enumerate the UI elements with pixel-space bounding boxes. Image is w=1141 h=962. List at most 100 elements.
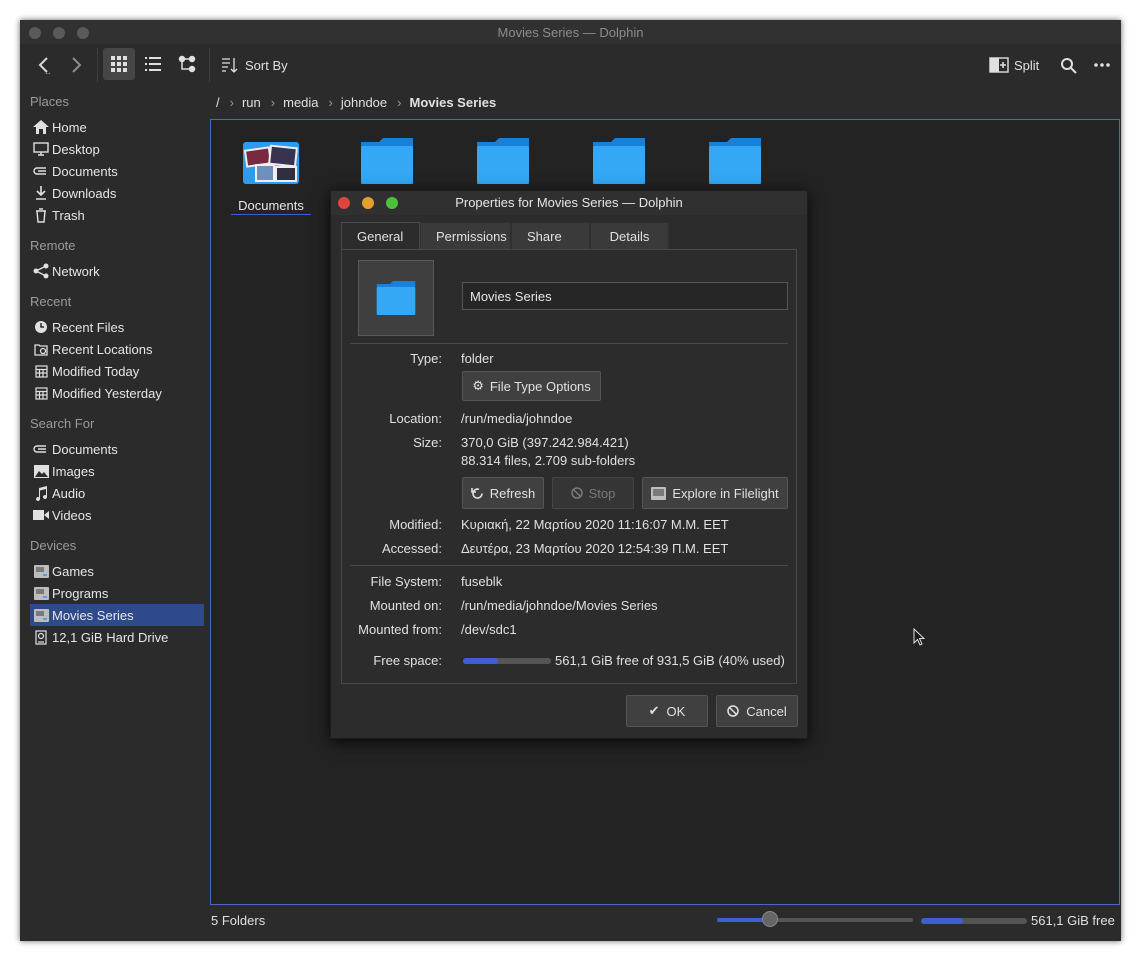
sidebar-item-games[interactable]: Games bbox=[30, 560, 204, 582]
places-panel: Places Home Desktop Documents Downloads … bbox=[20, 86, 210, 941]
sidebar-item-recent-files[interactable]: Recent Files bbox=[30, 316, 204, 338]
sidebar-item-label: Trash bbox=[52, 207, 85, 223]
zoom-slider-handle[interactable] bbox=[761, 911, 778, 927]
sort-by-label: Sort By bbox=[245, 57, 288, 73]
sidebar-item-downloads[interactable]: Downloads bbox=[30, 182, 204, 204]
file-type-options-label: File Type Options bbox=[489, 378, 591, 394]
filelight-icon bbox=[651, 486, 667, 500]
image-icon bbox=[33, 464, 49, 478]
folder-icon[interactable] bbox=[591, 138, 647, 187]
stop-icon bbox=[570, 487, 583, 499]
sidebar-item-search-documents[interactable]: Documents bbox=[30, 438, 204, 460]
accessed-label: Accessed: bbox=[382, 541, 442, 556]
tab-general[interactable]: General bbox=[341, 222, 420, 250]
file-system-label: File System: bbox=[370, 574, 442, 589]
chevron-left-icon bbox=[38, 57, 51, 74]
divider bbox=[350, 565, 788, 566]
tree-view-button[interactable] bbox=[171, 48, 203, 80]
folder-icon bbox=[361, 138, 413, 184]
breadcrumb-root[interactable]: / bbox=[216, 95, 220, 110]
clock-icon bbox=[35, 321, 47, 333]
sidebar-item-label: Network bbox=[52, 263, 100, 279]
tab-permissions[interactable]: Permissions bbox=[420, 222, 511, 250]
documents-folder-icon[interactable] bbox=[241, 138, 301, 189]
downloads-icon bbox=[36, 186, 46, 200]
ok-button[interactable]: ✔ OK bbox=[626, 695, 708, 727]
refresh-button[interactable]: Refresh bbox=[462, 477, 544, 509]
more-icon bbox=[1094, 63, 1110, 67]
sidebar-item-label: Modified Today bbox=[52, 363, 140, 379]
folder-icon-button[interactable] bbox=[358, 260, 434, 336]
cancel-icon bbox=[727, 705, 740, 717]
sidebar-item-label: Images bbox=[52, 463, 95, 479]
tab-share[interactable]: Share bbox=[511, 222, 590, 250]
folder-icon bbox=[593, 138, 645, 184]
chevron-right-icon: › bbox=[229, 94, 234, 110]
sidebar-item-videos[interactable]: Videos bbox=[30, 504, 204, 526]
folder-icon[interactable] bbox=[359, 138, 415, 187]
forward-button[interactable] bbox=[64, 53, 88, 77]
toolbar-separator bbox=[209, 48, 210, 82]
free-space-bar bbox=[921, 918, 1027, 924]
folder-icon[interactable] bbox=[707, 138, 763, 187]
drive-icon bbox=[33, 608, 49, 622]
sidebar-item-label: Programs bbox=[52, 585, 109, 601]
folder-icon bbox=[709, 138, 761, 184]
sort-by-button[interactable]: Sort By bbox=[220, 53, 288, 77]
free-space-bar-fill bbox=[921, 918, 964, 924]
video-icon bbox=[33, 510, 49, 520]
more-menu-button[interactable] bbox=[1090, 53, 1114, 77]
search-button[interactable] bbox=[1056, 53, 1080, 77]
sidebar-item-images[interactable]: Images bbox=[30, 460, 204, 482]
sidebar-item-programs[interactable]: Programs bbox=[30, 582, 204, 604]
sidebar-item-trash[interactable]: Trash bbox=[30, 204, 204, 226]
split-button[interactable]: Split bbox=[989, 53, 1039, 77]
icons-view-button[interactable] bbox=[103, 48, 135, 80]
breadcrumb-item-run[interactable]: run bbox=[242, 95, 261, 110]
free-space-bar bbox=[463, 658, 551, 664]
tab-details[interactable]: Details bbox=[590, 222, 669, 250]
breadcrumb-item-media[interactable]: media bbox=[283, 95, 318, 110]
recent-locations-icon bbox=[34, 344, 48, 356]
drive-icon bbox=[33, 564, 49, 578]
recent-header: Recent bbox=[30, 294, 72, 309]
sidebar-item-audio[interactable]: Audio bbox=[30, 482, 204, 504]
size-value: 370,0 GiB (397.242.984.421) bbox=[461, 435, 629, 450]
stop-button[interactable]: Stop bbox=[552, 477, 634, 509]
breadcrumb-item-johndoe[interactable]: johndoe bbox=[341, 95, 387, 110]
sidebar-item-hard-drive[interactable]: 12,1 GiB Hard Drive bbox=[30, 626, 204, 648]
folder-label[interactable]: Documents bbox=[231, 198, 311, 215]
sidebar-item-desktop[interactable]: Desktop bbox=[30, 138, 204, 160]
sidebar-item-movies-series[interactable]: Movies Series bbox=[30, 604, 204, 626]
explore-in-filelight-button[interactable]: Explore in Filelight bbox=[642, 477, 788, 509]
size-counts: 88.314 files, 2.709 sub-folders bbox=[461, 453, 636, 468]
sidebar-item-documents[interactable]: Documents bbox=[30, 160, 204, 182]
sidebar-item-home[interactable]: Home bbox=[30, 116, 204, 138]
search-for-header: Search For bbox=[30, 416, 95, 431]
dialog-titlebar[interactable]: Properties for Movies Series — Dolphin bbox=[331, 191, 807, 215]
sidebar-item-label: Documents bbox=[52, 163, 118, 179]
mouse-cursor-icon bbox=[913, 628, 925, 646]
sidebar-item-modified-yesterday[interactable]: Modified Yesterday bbox=[30, 382, 204, 404]
folder-icon[interactable] bbox=[475, 138, 531, 187]
cancel-button[interactable]: Cancel bbox=[716, 695, 798, 727]
zoom-slider[interactable] bbox=[717, 911, 913, 927]
sidebar-item-recent-locations[interactable]: Recent Locations bbox=[30, 338, 204, 360]
file-type-options-button[interactable]: ⚙ File Type Options bbox=[462, 371, 601, 401]
checkmark-icon: ✔ bbox=[648, 703, 660, 718]
grid-icon bbox=[111, 56, 127, 72]
back-button[interactable] bbox=[32, 53, 56, 77]
sidebar-item-network[interactable]: Network bbox=[30, 260, 204, 282]
name-field[interactable]: Movies Series bbox=[462, 282, 788, 310]
modified-value: Κυριακή, 22 Μαρτίου 2020 11:16:07 Μ.Μ. E… bbox=[461, 517, 729, 532]
details-view-button[interactable] bbox=[137, 48, 169, 80]
window-titlebar[interactable]: Movies Series — Dolphin bbox=[20, 20, 1121, 44]
drive-icon bbox=[33, 586, 49, 600]
list-icon bbox=[145, 57, 161, 71]
breadcrumb-current[interactable]: Movies Series bbox=[410, 95, 497, 110]
location-value: /run/media/johndoe bbox=[461, 411, 573, 426]
chevron-right-icon bbox=[72, 57, 82, 73]
sidebar-item-modified-today[interactable]: Modified Today bbox=[30, 360, 204, 382]
size-label: Size: bbox=[413, 435, 442, 450]
sidebar-item-label: Documents bbox=[52, 441, 118, 457]
